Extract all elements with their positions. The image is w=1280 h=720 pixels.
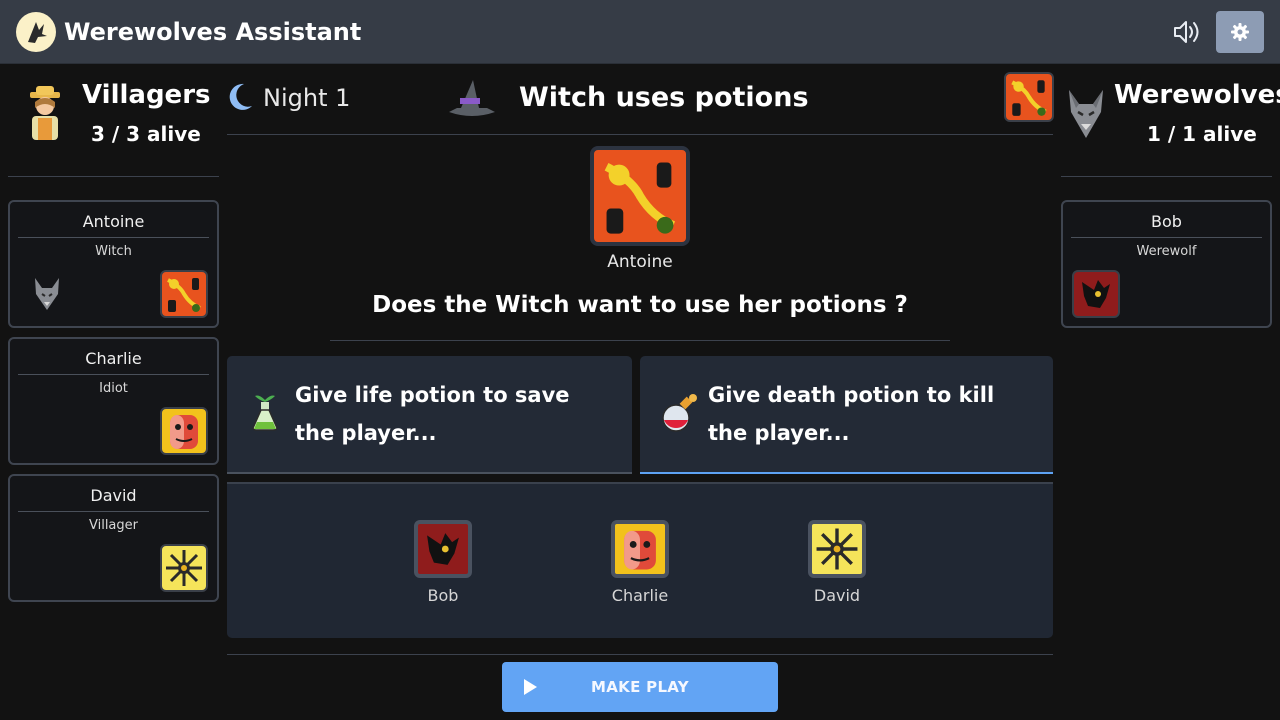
death-potion-option[interactable]: Give death potion to kill the player... (640, 356, 1053, 474)
werewolves-team-name: Werewolves (1114, 80, 1280, 110)
player-card-bob[interactable]: Bob Werewolf (1061, 200, 1272, 328)
player-card-david[interactable]: David Villager (8, 474, 219, 602)
idiot-role-icon (611, 520, 669, 578)
werewolf-role-icon (414, 520, 472, 578)
player-name: David (18, 486, 209, 512)
player-card-charlie[interactable]: Charlie Idiot (8, 337, 219, 465)
settings-button[interactable] (1216, 11, 1264, 53)
divider (330, 340, 950, 341)
speaker-icon (1174, 21, 1199, 43)
idiot-role-icon (160, 407, 208, 455)
target-selection-panel: Bob Charlie David (227, 482, 1053, 638)
sound-button[interactable] (1170, 16, 1204, 48)
focus-player-witch-icon (590, 146, 690, 246)
life-potion-label: Give life potion to save the player... (295, 383, 570, 445)
divider (1061, 176, 1272, 177)
app-logo-icon (16, 12, 56, 52)
witch-role-icon (160, 270, 208, 318)
target-charlie[interactable]: Charlie (590, 520, 690, 605)
target-bob[interactable]: Bob (393, 520, 493, 605)
villagers-team-name: Villagers (82, 80, 211, 110)
target-name: Charlie (611, 586, 669, 605)
player-name: Charlie (18, 349, 209, 375)
player-card-antoine[interactable]: Antoine Witch (8, 200, 219, 328)
gear-icon (1231, 23, 1249, 41)
witch-hat-icon (447, 78, 497, 122)
target-name: Bob (427, 586, 459, 605)
death-potion-label: Give death potion to kill the player... (708, 383, 995, 445)
werewolf-avatar-icon (1066, 88, 1106, 144)
divider (8, 176, 219, 177)
player-role: Werewolf (1136, 244, 1197, 259)
player-name: Antoine (18, 212, 209, 238)
target-david[interactable]: David (787, 520, 887, 605)
death-potion-icon (658, 392, 702, 440)
villagers-alive-count: 3 / 3 alive (91, 122, 201, 146)
night-label: Night 1 (263, 84, 351, 112)
moon-icon (226, 82, 254, 116)
phase-title: Witch uses potions (519, 82, 809, 113)
app-title: Werewolves Assistant (64, 18, 362, 46)
werewolves-alive-count: 1 / 1 alive (1147, 122, 1257, 146)
life-potion-icon (249, 392, 281, 436)
life-potion-option[interactable]: Give life potion to save the player... (227, 356, 632, 474)
player-role: Idiot (99, 381, 128, 396)
make-play-label: MAKE PLAY (591, 678, 689, 696)
divider (227, 134, 1053, 135)
focus-player-name: Antoine (607, 252, 673, 272)
villager-role-icon (160, 544, 208, 592)
werewolf-role-icon (1072, 270, 1120, 318)
divider (227, 654, 1053, 655)
player-role: Villager (88, 518, 138, 533)
player-name: Bob (1071, 212, 1262, 238)
werewolf-target-icon (32, 276, 62, 316)
target-name: David (813, 586, 861, 605)
player-role: Witch (95, 244, 132, 259)
villager-avatar-icon (26, 86, 64, 144)
villager-role-icon (808, 520, 866, 578)
phase-question: Does the Witch want to use her potions ? (372, 292, 908, 318)
make-play-button[interactable]: MAKE PLAY (502, 662, 778, 712)
witch-phase-icon (1004, 72, 1054, 122)
top-bar: Werewolves Assistant (0, 0, 1280, 64)
